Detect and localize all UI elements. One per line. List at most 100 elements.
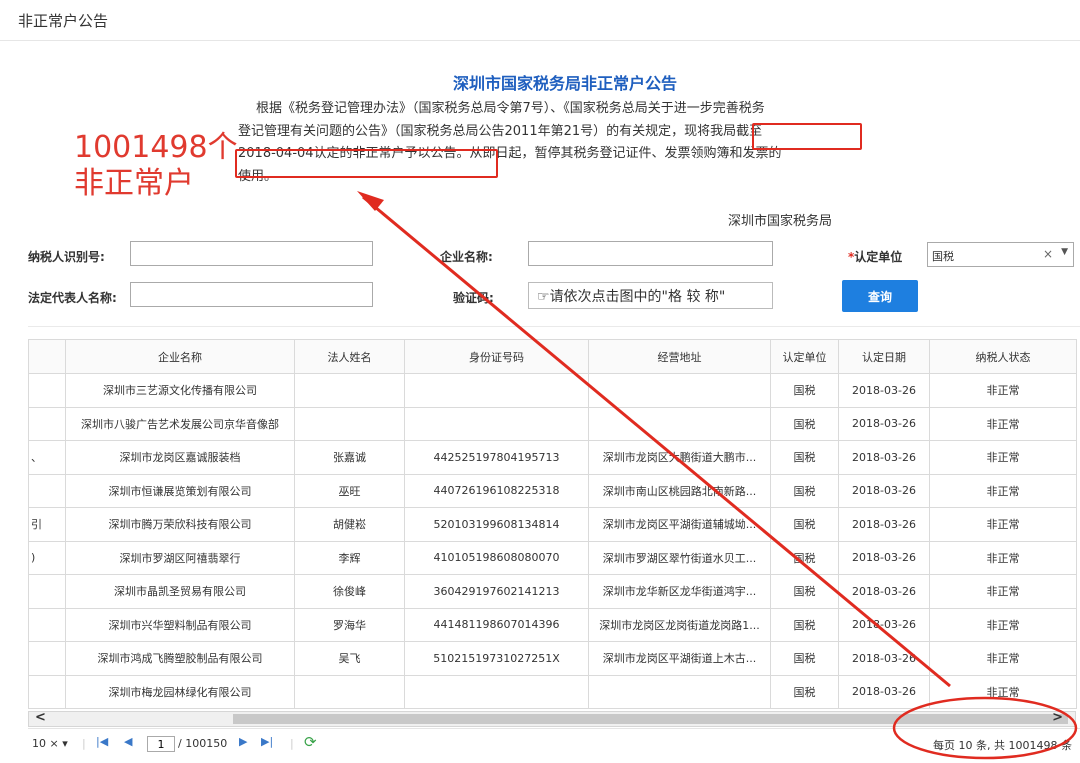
taxpayer-id-label: 纳税人识别号: [28, 250, 105, 264]
cell-company-name: 深圳市恒谦展览策划有限公司 [65, 473, 295, 508]
table-row[interactable]: 深圳市八骏广告艺术发展公司京华音像部 国税 2018-03-26 非正常 [28, 406, 1077, 441]
cell-row-index [28, 473, 66, 508]
table-row[interactable]: 引深圳市腾万荣欣科技有限公司 胡健崧 520103199608134814 深圳市龙岗… [28, 507, 1077, 542]
cell-date: 2018-03-26 [838, 373, 930, 408]
refresh-icon[interactable]: ⟳ [304, 733, 317, 751]
last-page-icon[interactable]: ▶| [261, 735, 273, 748]
cell-company-name: 深圳市龙岗区嘉诚服装档 [65, 440, 295, 475]
query-button[interactable]: 查询 [842, 280, 918, 312]
prev-page-icon[interactable]: ◀ [124, 735, 132, 748]
cell-id-number: 51021519731027251X [404, 641, 589, 676]
column-header-unit[interactable]: 认定单位 [770, 339, 839, 374]
cell-id-number [404, 406, 589, 441]
table-header-row: 企业名称 法人姓名 身份证号码 经营地址 认定单位 认定日期 纳税人状态 [28, 339, 1077, 374]
cell-company-name: 深圳市鸿成飞腾塑胶制品有限公司 [65, 641, 295, 676]
column-header-date[interactable]: 认定日期 [838, 339, 930, 374]
cell-legal-person: 徐俊峰 [294, 574, 405, 609]
table-row[interactable]: 深圳市兴华塑料制品有限公司 罗海华 441481198607014396 深圳市龙岗区… [28, 607, 1077, 642]
table-row[interactable]: 深圳市三艺源文化传播有限公司 国税 2018-03-26 非正常 [28, 373, 1077, 408]
cell-address: 深圳市龙华新区龙华街道鸿宇... [588, 574, 771, 609]
scroll-right-icon[interactable]: > [1052, 710, 1063, 725]
cell-row-index [28, 641, 66, 676]
column-header-company[interactable]: 企业名称 [65, 339, 295, 374]
page-size-select[interactable]: 10 × ▾ [32, 737, 68, 750]
cell-legal-person: 巫旺 [294, 473, 405, 508]
cell-status: 非正常 [929, 406, 1077, 441]
hand-pointer-icon: ☞ [537, 289, 550, 305]
first-page-icon[interactable]: |◀ [96, 735, 108, 748]
scrollbar-thumb[interactable] [233, 714, 1068, 724]
cell-address [588, 373, 771, 408]
cell-date: 2018-03-26 [838, 507, 930, 542]
cell-unit: 国税 [770, 574, 839, 609]
cell-date: 2018-03-26 [838, 473, 930, 508]
cell-company-name: 深圳市八骏广告艺术发展公司京华音像部 [65, 406, 295, 441]
table-row[interactable]: 、深圳市龙岗区嘉诚服装档 张嘉诚 442525197804195713 深圳市龙岗区大… [28, 440, 1077, 475]
cell-row-index [28, 674, 66, 709]
table-row[interactable]: 深圳市鸿成飞腾塑胶制品有限公司 吴飞 51021519731027251X 深圳市龙岗… [28, 641, 1077, 676]
pagination-info: 每页 10 条, 共 1001498 条 [933, 739, 1072, 752]
cell-date: 2018-03-26 [838, 574, 930, 609]
captcha-box[interactable]: ☞请依次点击图中的"格 较 称" [528, 282, 773, 309]
table-row[interactable]: 深圳市恒谦展览策划有限公司 巫旺 440726196108225318 深圳市南山区桃… [28, 473, 1077, 508]
cell-id-number [404, 674, 589, 709]
page-number-input[interactable] [147, 736, 175, 752]
cell-company-name: 深圳市罗湖区阿禧翡翠行 [65, 540, 295, 575]
taxpayer-id-input[interactable] [130, 241, 373, 266]
cell-legal-person: 张嘉诚 [294, 440, 405, 475]
chevron-down-icon: ▾ [62, 737, 68, 750]
notice-line-1: 根据《税务登记管理办法》（国家税务总局令第7号）、《国家税务总局关于进一步完善税… [256, 101, 765, 116]
cell-address: 深圳市龙岗区平湖街道辅城坳... [588, 507, 771, 542]
horizontal-scrollbar[interactable]: < > [28, 710, 1076, 727]
table-row[interactable]: 深圳市梅龙园林绿化有限公司 国税 2018-03-26 非正常 [28, 674, 1077, 709]
cell-company-name: 深圳市兴华塑料制品有限公司 [65, 607, 295, 642]
cell-address: 深圳市南山区桃园路北南新路... [588, 473, 771, 508]
scroll-left-icon[interactable]: < [35, 710, 46, 725]
page-size-value: 10 × [32, 737, 59, 750]
cell-address: 深圳市龙岗区大鹏街道大鹏市... [588, 440, 771, 475]
notice-signature: 深圳市国家税务局 [728, 214, 833, 229]
cell-date: 2018-03-26 [838, 674, 930, 709]
unit-select[interactable]: 国税 × ▼ [927, 242, 1074, 267]
table-row[interactable]: 深圳市晶凯圣贸易有限公司 徐俊峰 360429197602141213 深圳市龙华新区… [28, 574, 1077, 609]
cell-legal-person: 李辉 [294, 540, 405, 575]
cell-legal-person [294, 373, 405, 408]
column-header[interactable] [28, 339, 66, 374]
captcha-label: 验证码: [453, 291, 494, 305]
table-row[interactable]: ) 深圳市罗湖区阿禧翡翠行 李辉 410105198608080070 深圳市罗湖区翠竹… [28, 540, 1077, 575]
company-name-label: 企业名称: [440, 250, 493, 264]
next-page-icon[interactable]: ▶ [239, 735, 247, 748]
cell-unit: 国税 [770, 641, 839, 676]
cell-legal-person [294, 674, 405, 709]
clear-icon[interactable]: × [1043, 247, 1053, 261]
cell-row-index [28, 373, 66, 408]
cell-address [588, 406, 771, 441]
cell-unit: 国税 [770, 674, 839, 709]
annotation-line-1: 1001498个 [74, 130, 238, 165]
cell-legal-person: 胡健崧 [294, 507, 405, 542]
annotation-arrow-head [357, 191, 384, 211]
column-header-id-number[interactable]: 身份证号码 [404, 339, 589, 374]
company-name-input[interactable] [528, 241, 773, 266]
annotation-box-date [235, 149, 498, 178]
column-header-status[interactable]: 纳税人状态 [929, 339, 1077, 374]
cell-address [588, 674, 771, 709]
cell-status: 非正常 [929, 373, 1077, 408]
total-pages: / 100150 [178, 737, 228, 750]
separator: | [290, 737, 294, 750]
annotation-text: 1001498个 非正常户 [74, 130, 238, 202]
cell-row-index: 引 [28, 507, 66, 542]
legal-rep-label: 法定代表人名称: [28, 291, 117, 305]
cell-address: 深圳市罗湖区翠竹街道水贝工... [588, 540, 771, 575]
column-header-legal-person[interactable]: 法人姓名 [294, 339, 405, 374]
legal-rep-input[interactable] [130, 282, 373, 307]
column-header-address[interactable]: 经营地址 [588, 339, 771, 374]
cell-id-number: 440726196108225318 [404, 473, 589, 508]
cell-company-name: 深圳市三艺源文化传播有限公司 [65, 373, 295, 408]
chevron-down-icon[interactable]: ▼ [1061, 247, 1068, 257]
cell-legal-person: 罗海华 [294, 607, 405, 642]
cell-id-number: 410105198608080070 [404, 540, 589, 575]
cell-status: 非正常 [929, 473, 1077, 508]
cell-row-index [28, 607, 66, 642]
cell-status: 非正常 [929, 607, 1077, 642]
